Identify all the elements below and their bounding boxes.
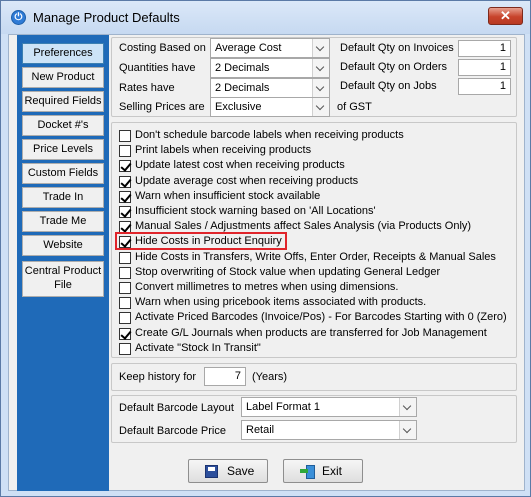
- qty-orders-label: Default Qty on Orders: [340, 61, 447, 73]
- barcode-price-value: Retail: [246, 424, 275, 436]
- barcode-layout-label: Default Barcode Layout: [119, 402, 234, 414]
- floppy-disk-icon: [205, 465, 218, 478]
- quantities-value: 2 Decimals: [215, 62, 270, 74]
- sidebar: Preferences New Product Required Fields …: [17, 35, 109, 491]
- qty-jobs-input[interactable]: 1: [458, 78, 511, 95]
- chevron-down-icon[interactable]: [399, 421, 416, 439]
- option-label: Activate "Stock In Transit": [135, 341, 261, 354]
- sidebar-item-new-product[interactable]: New Product: [22, 67, 104, 88]
- chevron-down-icon[interactable]: [312, 98, 329, 116]
- quantities-label: Quantities have: [119, 62, 196, 74]
- sidebar-item-trade-in[interactable]: Trade In: [22, 187, 104, 208]
- barcode-price-label: Default Barcode Price: [119, 425, 226, 437]
- option-label: Hide Costs in Transfers, Write Offs, Ent…: [135, 250, 496, 263]
- barcode-layout-value: Label Format 1: [246, 401, 320, 413]
- highlight-box: [115, 232, 287, 250]
- option-label: Warn when insufficient stock available: [135, 189, 321, 202]
- option-checkbox[interactable]: [119, 175, 131, 188]
- chevron-down-icon[interactable]: [399, 398, 416, 416]
- sidebar-item-required-fields[interactable]: Required Fields: [22, 91, 104, 112]
- option-checkbox[interactable]: [119, 342, 131, 355]
- exit-button[interactable]: Exit: [283, 459, 363, 483]
- history-unit: (Years): [252, 371, 288, 383]
- selling-value: Exclusive: [215, 101, 262, 113]
- sidebar-item-preferences[interactable]: Preferences: [22, 43, 104, 64]
- option-label: Update average cost when receiving produ…: [135, 174, 359, 187]
- rates-value: 2 Decimals: [215, 82, 270, 94]
- qty-invoices-label: Default Qty on Invoices: [340, 42, 454, 54]
- qty-orders-input[interactable]: 1: [458, 59, 511, 76]
- option-label: Update latest cost when receiving produc…: [135, 159, 345, 172]
- option-checkbox[interactable]: [119, 145, 131, 158]
- selling-label: Selling Prices are: [119, 101, 205, 113]
- chevron-down-icon[interactable]: [312, 79, 329, 97]
- option-checkbox[interactable]: [119, 282, 131, 294]
- power-icon: ⏻: [11, 10, 26, 25]
- option-label: Warn when using pricebook items associat…: [135, 296, 427, 309]
- barcode-layout-select[interactable]: Label Format 1: [241, 397, 417, 417]
- history-label: Keep history for: [119, 371, 197, 383]
- qty-jobs-label: Default Qty on Jobs: [340, 80, 437, 92]
- option-checkbox[interactable]: [119, 160, 131, 173]
- option-checkbox[interactable]: [119, 130, 131, 142]
- option-checkbox[interactable]: [119, 251, 131, 264]
- quantities-select[interactable]: 2 Decimals: [210, 58, 330, 78]
- selling-select[interactable]: Exclusive: [210, 97, 330, 117]
- title-bar: ⏻ Manage Product Defaults ✕: [1, 1, 530, 34]
- sidebar-item-custom-fields[interactable]: Custom Fields: [22, 163, 104, 184]
- history-years-input[interactable]: 7: [204, 367, 246, 386]
- costing-select[interactable]: Average Cost: [210, 38, 330, 58]
- window-title: Manage Product Defaults: [33, 10, 180, 25]
- option-label: Create G/L Journals when products are tr…: [135, 326, 487, 339]
- option-label: Convert millimetres to metres when using…: [135, 281, 399, 293]
- option-checkbox[interactable]: [119, 312, 131, 325]
- sidebar-item-website[interactable]: Website: [22, 235, 104, 256]
- costing-label: Costing Based on: [119, 42, 206, 54]
- rates-select[interactable]: 2 Decimals: [210, 78, 330, 98]
- option-label: Don't schedule barcode labels when recei…: [135, 129, 404, 141]
- option-checkbox[interactable]: [119, 206, 131, 218]
- sidebar-item-central-product-file[interactable]: Central Product File: [22, 261, 104, 297]
- option-checkbox[interactable]: [119, 327, 131, 340]
- manage-product-defaults-window: ⏻ Manage Product Defaults ✕ Preferences …: [0, 0, 531, 497]
- costing-value: Average Cost: [215, 42, 282, 54]
- option-label: Print labels when receiving products: [135, 144, 312, 157]
- sidebar-item-price-levels[interactable]: Price Levels: [22, 139, 104, 160]
- option-checkbox[interactable]: [119, 266, 131, 279]
- sidebar-item-dockets[interactable]: Docket #'s: [22, 115, 104, 136]
- option-checkbox[interactable]: [119, 190, 131, 203]
- save-label: Save: [227, 464, 255, 478]
- option-label: Stop overwriting of Stock value when upd…: [135, 265, 441, 278]
- qty-invoices-input[interactable]: 1: [458, 40, 511, 57]
- option-label: Activate Priced Barcodes (Invoice/Pos) -…: [135, 311, 507, 324]
- gst-suffix: of GST: [337, 101, 372, 113]
- close-button[interactable]: ✕: [488, 7, 523, 25]
- chevron-down-icon[interactable]: [312, 59, 329, 77]
- chevron-down-icon[interactable]: [312, 39, 329, 57]
- option-label: Manual Sales / Adjustments affect Sales …: [135, 220, 472, 233]
- option-checkbox[interactable]: [119, 297, 131, 310]
- exit-label: Exit: [322, 464, 343, 478]
- sidebar-item-trade-me[interactable]: Trade Me: [22, 211, 104, 232]
- exit-door-icon: [300, 465, 315, 479]
- barcode-price-select[interactable]: Retail: [241, 420, 417, 440]
- option-label: Insufficient stock warning based on 'All…: [135, 205, 376, 217]
- save-button[interactable]: Save: [188, 459, 268, 483]
- rates-label: Rates have: [119, 82, 175, 94]
